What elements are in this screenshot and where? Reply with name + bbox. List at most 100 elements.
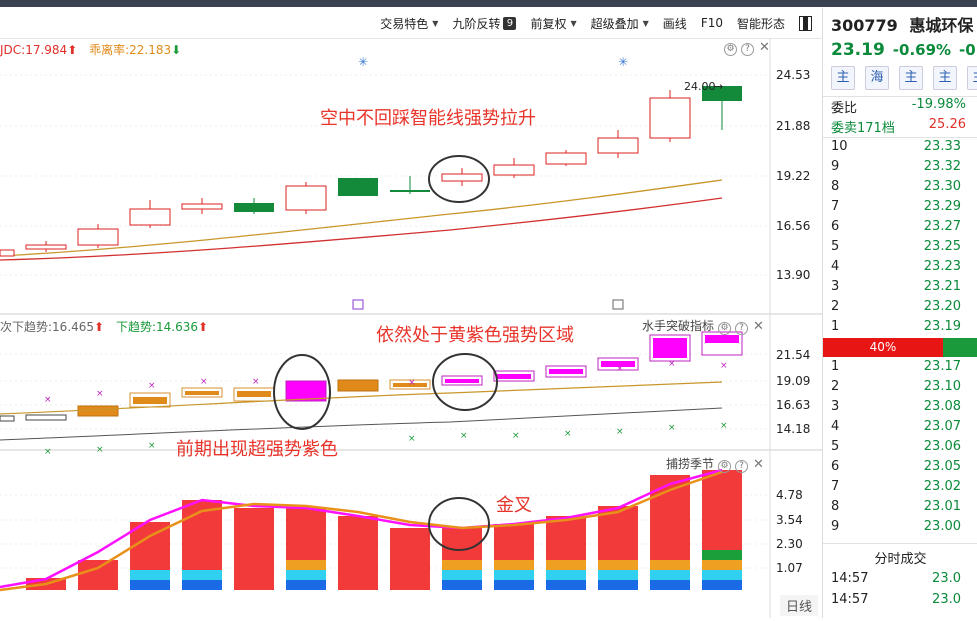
event-marker-icon[interactable]	[612, 299, 624, 310]
settings-icon[interactable]: ⚙	[718, 322, 732, 335]
ask-row[interactable]: 8 23.30	[823, 179, 977, 199]
svg-text:×: ×	[408, 434, 416, 444]
ask-row[interactable]: 2 23.20	[823, 299, 977, 319]
bid-row-level: 2	[831, 379, 840, 394]
bid-row[interactable]: 7 23.02	[823, 479, 977, 499]
ask-row[interactable]: 9 23.32	[823, 159, 977, 179]
axis-label: 19.09	[776, 374, 811, 388]
ask-row-level: 7	[831, 199, 840, 214]
ask-row[interactable]: 6 23.27	[823, 219, 977, 239]
ask-row-price: 23.33	[923, 139, 961, 154]
candle	[181, 203, 223, 210]
bid-row[interactable]: 8 23.01	[823, 499, 977, 519]
main-button[interactable]: 主	[967, 66, 977, 90]
bid-row[interactable]: 1 23.17	[823, 359, 977, 379]
deal-row-level: 14:57	[831, 571, 869, 586]
candle	[649, 97, 691, 139]
bid-row[interactable]: 4 23.07	[823, 419, 977, 439]
candle	[129, 208, 171, 226]
toolbar-nine-reversal[interactable]: 九阶反转 9	[452, 15, 517, 32]
bid-row-level: 1	[831, 359, 840, 374]
svg-text:×: ×	[44, 395, 52, 405]
candle	[441, 173, 483, 182]
main-button[interactable]: 主	[899, 66, 923, 90]
ask-row[interactable]: 3 23.21	[823, 279, 977, 299]
main-button[interactable]: 海	[865, 66, 889, 90]
help-icon[interactable]: ?	[735, 322, 749, 335]
event-marker-icon[interactable]	[352, 299, 364, 310]
toolbar-smart-pattern[interactable]: 智能形态	[737, 15, 785, 32]
ask-row[interactable]: 4 23.23	[823, 259, 977, 279]
svg-text:×: ×	[720, 361, 728, 371]
axis-label: 2.30	[776, 537, 803, 551]
down-trend-value: 下趋势:14.636	[115, 320, 198, 334]
fishing-indicator-name[interactable]: 捕捞季节	[666, 457, 714, 471]
change-percent: -0.69%	[892, 41, 952, 59]
toolbar-f10[interactable]: F10	[701, 16, 723, 30]
candle	[234, 203, 274, 212]
ask-row-level: 9	[831, 159, 840, 174]
fishing-bar	[338, 516, 378, 590]
deal-row-price: 23.0	[932, 592, 961, 607]
ask-row[interactable]: 7 23.29	[823, 199, 977, 219]
candle	[545, 152, 587, 165]
help-icon[interactable]: ?	[741, 43, 754, 56]
axis-label: 1.07	[776, 561, 803, 575]
current-price: 23.19	[831, 40, 885, 60]
bid-row-level: 6	[831, 459, 840, 474]
ask-row-price: 23.25	[923, 239, 961, 254]
snowflake-icon: ✳	[618, 55, 628, 69]
bid-row-level: 7	[831, 479, 840, 494]
bid-row-price: 23.01	[923, 499, 961, 514]
bid-row-level: 8	[831, 499, 840, 514]
main-button[interactable]: 主	[933, 66, 957, 90]
candle	[338, 178, 378, 196]
ask-row-price: 23.20	[923, 299, 961, 314]
sailor-bar	[77, 405, 119, 417]
weibi-row: 委比 -19.98%	[831, 97, 966, 116]
sailor-indicator-name[interactable]: 水手突破指标	[642, 319, 714, 333]
axis-label: 21.88	[776, 119, 811, 133]
settings-icon[interactable]: ⚙	[718, 460, 732, 473]
toolbar-overlay[interactable]: 超级叠加 ▼	[591, 15, 649, 32]
svg-text:×: ×	[564, 429, 572, 439]
ask-row[interactable]: 1 23.19	[823, 319, 977, 339]
toolbar-draw-line[interactable]: 画线	[663, 15, 687, 32]
mid-pane-controls: 水手突破指标 ⚙? ✕	[642, 317, 764, 335]
main-button[interactable]: 主	[831, 66, 855, 90]
chevron-down-icon: ▼	[570, 18, 577, 28]
bid-row[interactable]: 2 23.10	[823, 379, 977, 399]
bid-row[interactable]: 3 23.08	[823, 399, 977, 419]
ask-row-price: 23.29	[923, 199, 961, 214]
bid-row[interactable]: 5 23.06	[823, 439, 977, 459]
guai-value: 乖离率:22.183	[89, 43, 172, 57]
bid-row-price: 23.05	[923, 459, 961, 474]
weimai-row: 委卖171档 25.26	[831, 117, 966, 136]
close-icon[interactable]: ✕	[753, 457, 764, 472]
peak-price-label: 24.00	[684, 80, 716, 93]
close-icon[interactable]: ✕	[759, 40, 770, 55]
deal-row-level: 14:57	[831, 592, 869, 607]
bid-row[interactable]: 6 23.05	[823, 459, 977, 479]
period-selector[interactable]: 日线	[780, 595, 819, 616]
ask-row-price: 23.27	[923, 219, 961, 234]
help-icon[interactable]: ?	[735, 460, 749, 473]
bid-row[interactable]: 9 23.00	[823, 519, 977, 539]
deal-row[interactable]: 14:57 23.0	[823, 571, 977, 591]
ask-row[interactable]: 5 23.25	[823, 239, 977, 259]
ask-row[interactable]: 10 23.33	[823, 139, 977, 159]
close-icon[interactable]: ✕	[753, 319, 764, 334]
svg-text:×: ×	[460, 431, 468, 441]
toolbar-trade-feature[interactable]: 交易特色 ▼	[380, 15, 438, 32]
annotation-text: 前期出现超强势紫色	[176, 439, 338, 460]
settings-icon[interactable]: ⚙	[724, 43, 737, 56]
deal-row[interactable]: 14:57 23.0	[823, 592, 977, 612]
panel-toggle-icon[interactable]	[799, 15, 812, 31]
candle	[77, 228, 119, 246]
svg-text:×: ×	[512, 431, 520, 441]
toolbar-adjust[interactable]: 前复权 ▼	[530, 15, 576, 32]
stock-header: 300779 惠城环保	[831, 12, 973, 36]
svg-text:→: →	[714, 80, 723, 93]
kline-chart-area: 24.00 → ✳ ✳ × × × × × × × × × × × × × × …	[0, 38, 822, 618]
chevron-down-icon: ▼	[642, 18, 649, 28]
